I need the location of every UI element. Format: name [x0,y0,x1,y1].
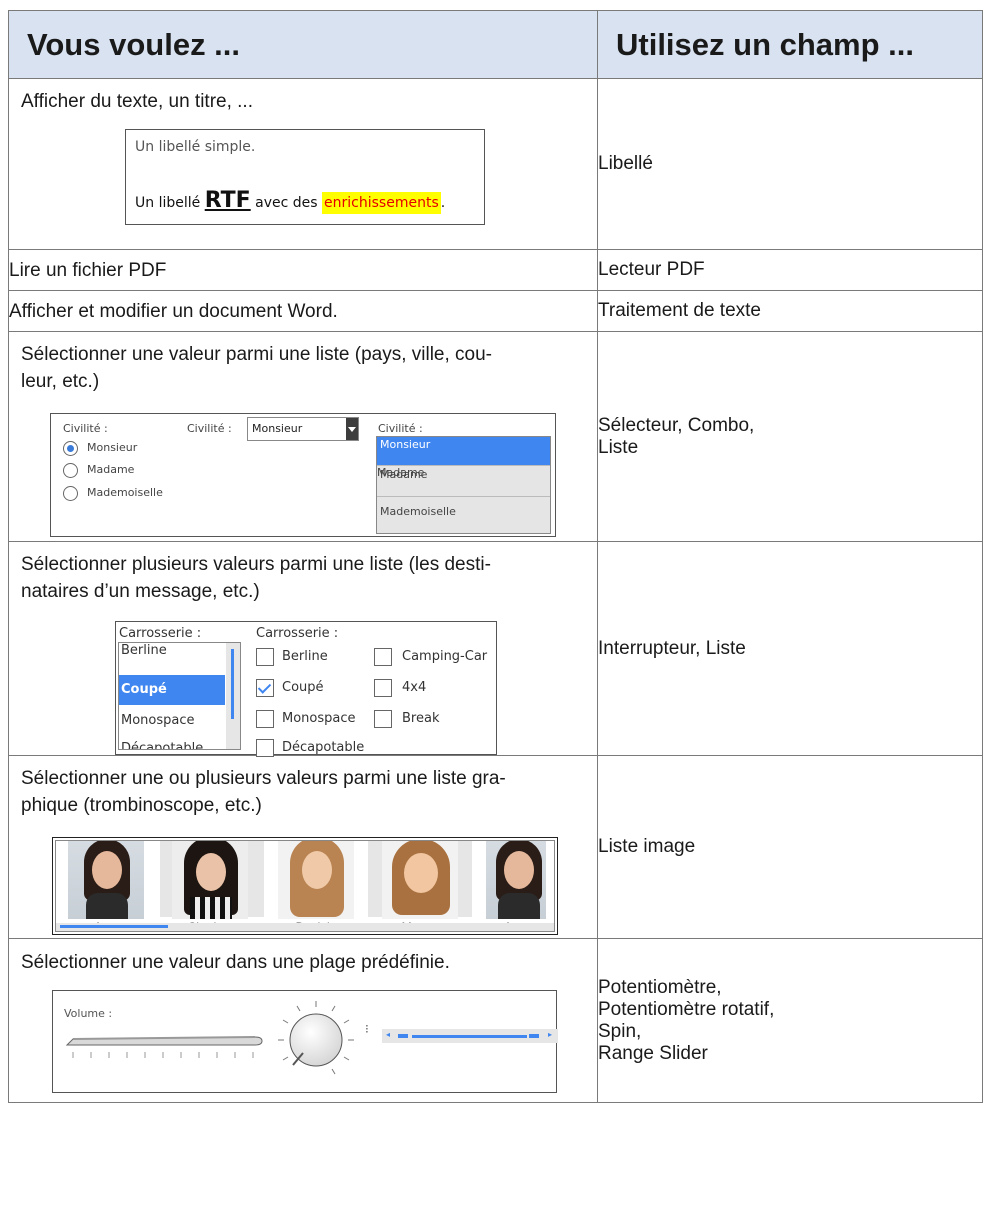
row-use-text: Lecteur PDF [597,249,983,291]
single-select-list[interactable]: Monsieur Madame Madame Mademoiselle [376,436,551,534]
rtf-middle: avec des [255,195,318,211]
table-row: Sélectionner une ou plusieurs valeurs pa… [8,755,983,939]
list-label: Carrosserie : [119,626,202,641]
selector-sample: Civilité : Monsieur Madame Mademoiselle … [50,413,556,537]
list-item[interactable]: Mademoiselle [377,497,550,527]
combo-label: Civilité : [187,422,232,435]
table-row: Sélectionner plusieurs valeurs parmi une… [8,541,983,757]
checkbox-break[interactable] [374,710,392,728]
checkbox-decapotable[interactable] [256,739,274,757]
checkbox-4x4[interactable] [374,679,392,697]
table-row: Lire un fichier PDF Lecteur PDF [8,249,983,291]
radio-group-label: Civilité : [63,422,108,435]
row-want-text: Sélectionner une ou plusieurs valeurs pa… [21,768,506,816]
checkbox-camping-car[interactable] [374,648,392,666]
image-list-sample: Anna Charlotte Daniela Manon Anna [52,837,558,935]
radio-monsieur[interactable] [63,441,78,456]
radio-mademoiselle[interactable] [63,486,78,501]
row-want-text: Sélectionner plusieurs valeurs parmi une… [21,554,491,602]
checkbox-monospace[interactable] [256,710,274,728]
checkbox-label: Coupé [282,680,324,695]
rtf-word: RTF [204,188,251,213]
header-col1: Vous voulez ... [8,10,598,79]
range-handle-left[interactable] [398,1034,408,1038]
row-use-text: Potentiomètre, Potentiomètre rotatif, Sp… [597,938,983,1103]
rotary-knob[interactable] [273,997,359,1083]
checkbox-label: Décapotable [282,740,365,755]
row-want-text: Sélectionner une valeur parmi une liste … [21,344,493,392]
radio-madame[interactable] [63,463,78,478]
volume-slider[interactable] [63,1019,263,1059]
rtf-prefix: Un libellé [135,195,201,211]
horizontal-scrollbar[interactable] [56,923,554,931]
list-item[interactable]: Monsieur [377,437,550,465]
use-line: Spin, [598,1020,642,1042]
use-line: Potentiomètre rotatif, [598,998,775,1020]
use-line: Sélecteur, Combo, [598,414,755,436]
table-row: Sélectionner une valeur dans une plage p… [8,938,983,1103]
row-use-text: Libellé [597,78,983,250]
list-item[interactable]: Coupé [119,675,225,705]
portrait-image [382,841,458,919]
scrollbar-thumb[interactable] [231,649,234,719]
comparison-table: Vous voulez ... Utilisez un champ ... Af… [8,10,983,1103]
combo-box[interactable]: Monsieur [247,417,359,441]
use-line: Liste [598,436,639,458]
multi-select-list[interactable]: Berline Coupé Monospace Décapotable [118,642,241,750]
row-use-text: Liste image [597,755,983,939]
list-item[interactable]: Madame [377,466,550,496]
range-track [412,1035,527,1038]
rtf-end: . [440,195,446,211]
list-label: Civilité : [378,422,423,435]
simple-label: Un libellé simple. [135,139,256,155]
rtf-highlight: enrichissements [322,192,441,214]
portrait-image [486,841,546,919]
label-sample: Un libellé simple. Un libellé RTF avec d… [125,129,485,225]
checkbox-label: Camping-Car [402,649,488,664]
checkbox-label: Berline [282,649,328,664]
portrait-image [172,841,248,919]
checkbox-label: Monospace [282,711,356,726]
table-row: Afficher et modifier un document Word. T… [8,290,983,332]
range-slider[interactable]: ◂ ▸ [382,1029,558,1043]
row-want-text: Sélectionner une valeur dans une plage p… [21,952,450,973]
row-want-text: Lire un fichier PDF [8,249,598,291]
use-line: Range Slider [598,1042,708,1064]
checkbox-coupe[interactable] [256,679,274,697]
chevron-right-icon[interactable]: ▸ [548,1030,552,1039]
chevron-down-icon[interactable] [346,418,358,440]
checkbox-berline[interactable] [256,648,274,666]
checkbox-group-label: Carrosserie : [256,626,339,641]
spin-control[interactable]: ⁝ [365,1023,369,1035]
radio-label: Madame [87,463,135,476]
multi-select-sample: Carrosserie : Berline Coupé Monospace Dé… [115,621,497,757]
check-icon [257,680,272,694]
chevron-left-icon[interactable]: ◂ [386,1030,390,1039]
row-want-text: Afficher du texte, un titre, ... [21,91,253,112]
radio-label: Monsieur [87,441,138,454]
row-use-text: Traitement de texte [597,290,983,332]
combo-value: Monsieur [252,422,303,435]
header-row: Vous voulez ... Utilisez un champ ... [8,10,983,79]
checkbox-label: Break [402,711,440,726]
radio-label: Mademoiselle [87,486,163,499]
rtf-label: Un libellé RTF avec des enrichissements. [135,188,446,214]
list-item[interactable]: Berline [119,643,240,667]
list-item[interactable]: Monospace [119,705,240,736]
table-row: Afficher du texte, un titre, ... Un libe… [8,78,983,250]
list-item[interactable]: Décapotable [119,736,240,749]
row-want-text: Afficher et modifier un document Word. [8,290,598,332]
slider-sample: Volume : ⁝ ◂ ▸ [52,990,558,1093]
header-col2: Utilisez un champ ... [597,10,983,79]
portrait-image [278,841,354,919]
range-handle-right[interactable] [529,1034,539,1038]
portrait-image [68,841,144,919]
checkbox-label: 4x4 [402,680,427,695]
scrollbar-thumb[interactable] [60,925,168,928]
table-row: Sélectionner une valeur parmi une liste … [8,331,983,542]
row-use-text: Interrupteur, Liste [597,541,983,756]
row-use-text: Sélecteur, Combo, Liste [597,331,983,542]
scrollbar[interactable] [226,643,240,749]
use-line: Potentiomètre, [598,976,722,998]
